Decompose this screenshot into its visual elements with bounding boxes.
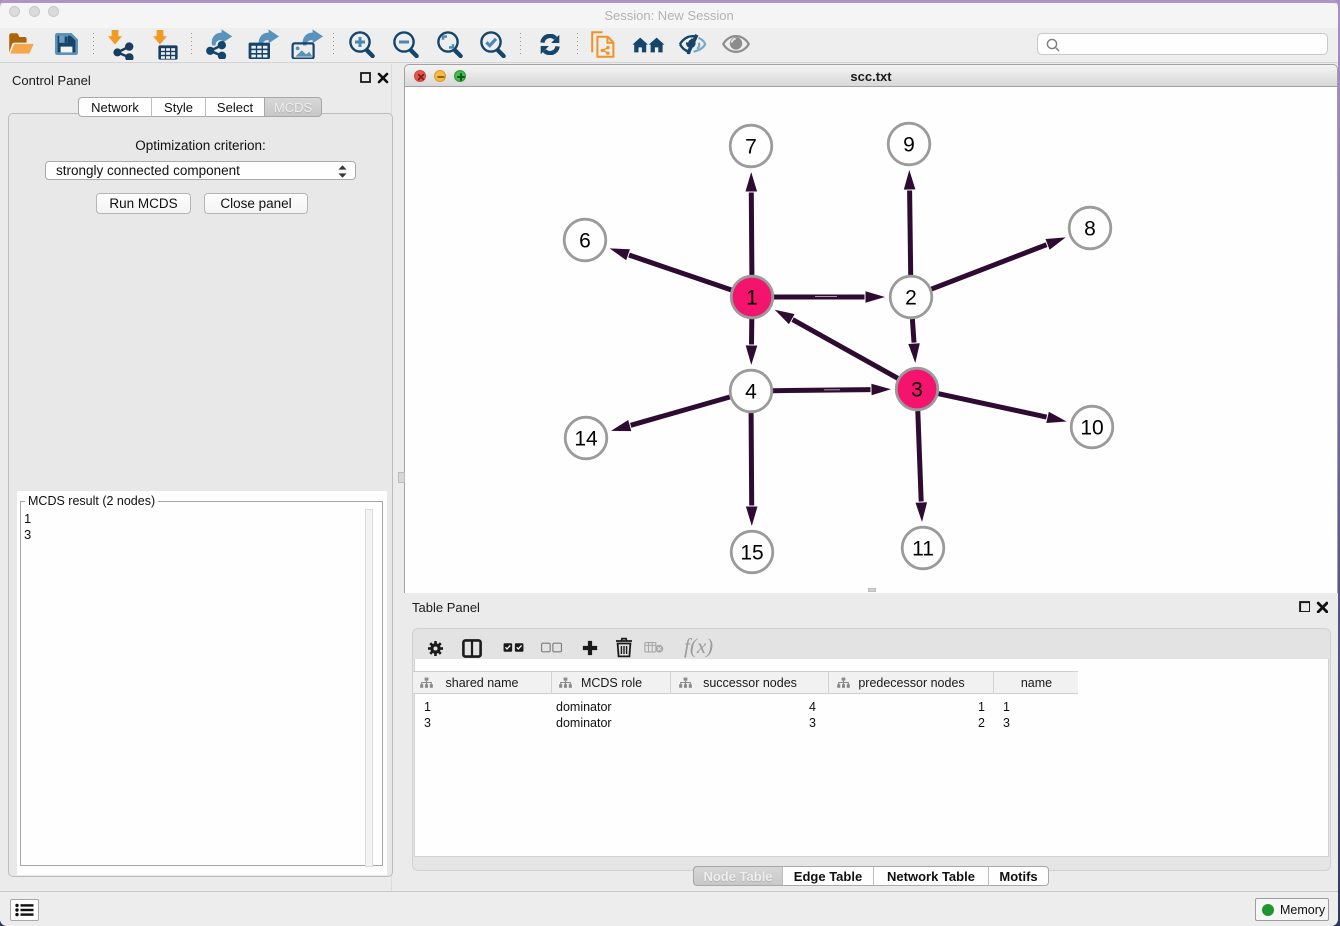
svg-text:9: 9 [903,134,915,157]
svg-text:7: 7 [745,136,757,159]
svg-text:3: 3 [911,379,923,402]
svg-text:6: 6 [579,230,591,253]
svg-text:10: 10 [1080,417,1103,440]
svg-text:11: 11 [912,538,934,561]
svg-text:1: 1 [746,287,758,310]
svg-text:14: 14 [574,428,598,451]
svg-text:2: 2 [905,287,917,310]
svg-text:15: 15 [740,542,763,565]
svg-text:8: 8 [1084,218,1096,241]
svg-text:4: 4 [745,381,757,404]
